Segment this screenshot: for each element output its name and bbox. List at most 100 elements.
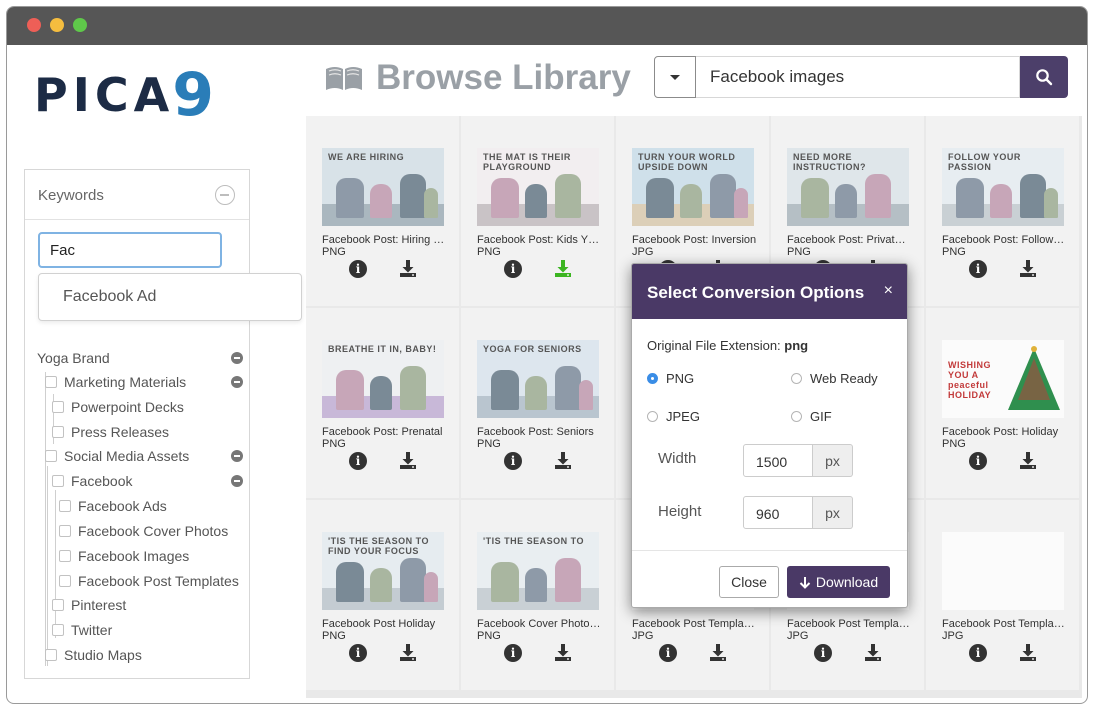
asset-thumbnail[interactable]: THE MAT IS THEIR PLAYGROUND	[477, 148, 599, 226]
asset-title[interactable]: Facebook Post: Prenatal	[322, 426, 450, 438]
asset-thumbnail[interactable]: WISHING YOU A peaceful HOLIDAY	[942, 340, 1064, 418]
minimize-window-button[interactable]	[50, 18, 64, 32]
asset-title[interactable]: Facebook Post Templa…	[787, 618, 915, 630]
checkbox[interactable]	[52, 475, 64, 487]
download-icon[interactable]	[398, 450, 418, 470]
checkbox[interactable]	[59, 525, 71, 537]
checkbox[interactable]	[59, 500, 71, 512]
info-icon[interactable]: i	[504, 452, 522, 470]
asset-title[interactable]: Facebook Cover Photo…	[477, 618, 605, 630]
asset-card[interactable]: YOGA FOR SENIORS Facebook Post: Seniors PN…	[461, 308, 614, 498]
tree-item-studio-maps[interactable]: Studio Maps	[45, 645, 142, 665]
tree-item-facebook-images[interactable]: Facebook Images	[59, 546, 189, 566]
tree-item-pinterest[interactable]: Pinterest	[52, 595, 126, 615]
asset-title[interactable]: Facebook Post Templa…	[632, 618, 760, 630]
asset-title[interactable]: Facebook Post: Privat…	[787, 234, 915, 246]
height-input[interactable]: 960	[743, 496, 813, 529]
download-icon[interactable]	[398, 642, 418, 662]
width-input[interactable]: 1500	[743, 444, 813, 477]
format-option-jpeg[interactable]: JPEG	[647, 409, 700, 424]
asset-title[interactable]: Facebook Post: Kids Y…	[477, 234, 605, 246]
asset-title[interactable]: Facebook Post Holiday	[322, 618, 450, 630]
asset-thumbnail[interactable]: 'TIS THE SEASON TO	[477, 532, 599, 610]
asset-card[interactable]: WE ARE HIRING Facebook Post: Hiring … PNG i	[306, 116, 459, 306]
radio[interactable]	[791, 373, 802, 384]
close-window-button[interactable]	[27, 18, 41, 32]
asset-card[interactable]: FOLLOW YOUR PASSION Facebook Post: Follow…	[926, 116, 1079, 306]
asset-card[interactable]: WISHING YOU A peaceful HOLIDAY Facebook P…	[926, 308, 1079, 498]
checkbox[interactable]	[52, 426, 64, 438]
asset-thumbnail[interactable]: 'TIS THE SEASON TO FIND YOUR FOCUS	[322, 532, 444, 610]
download-icon[interactable]	[708, 642, 728, 662]
search-button[interactable]	[1020, 56, 1068, 98]
asset-card[interactable]: 'TIS THE SEASON TO FIND YOUR FOCUS Facebo…	[306, 500, 459, 690]
tree-item-social-media-assets[interactable]: Social Media Assets	[45, 446, 189, 466]
info-icon[interactable]: i	[969, 260, 987, 278]
keyword-input[interactable]: Fac	[38, 232, 222, 268]
format-option-gif[interactable]: GIF	[791, 409, 832, 424]
asset-title[interactable]: Facebook Post: Seniors	[477, 426, 605, 438]
checkbox[interactable]	[45, 450, 57, 462]
info-icon[interactable]: i	[814, 644, 832, 662]
asset-thumbnail[interactable]: WE ARE HIRING	[322, 148, 444, 226]
format-option-web-ready[interactable]: Web Ready	[791, 371, 878, 386]
collapse-social-media-icon[interactable]	[231, 450, 243, 462]
download-icon[interactable]	[398, 258, 418, 278]
download-icon[interactable]	[553, 642, 573, 662]
download-icon[interactable]	[863, 642, 883, 662]
info-icon[interactable]: i	[349, 452, 367, 470]
tree-item-yoga-brand[interactable]: Yoga Brand	[37, 348, 110, 368]
tree-item-press-releases[interactable]: Press Releases	[52, 422, 169, 442]
asset-card[interactable]: 'TIS THE SEASON TO Facebook Cover Photo… P…	[461, 500, 614, 690]
checkbox[interactable]	[45, 376, 57, 388]
download-icon[interactable]	[1018, 642, 1038, 662]
asset-card[interactable]: BREATHE IT IN, BABY! Facebook Post: Prena…	[306, 308, 459, 498]
tree-item-powerpoint-decks[interactable]: Powerpoint Decks	[52, 397, 184, 417]
download-button[interactable]: Download	[787, 566, 890, 598]
tree-item-facebook[interactable]: Facebook	[52, 471, 132, 491]
asset-thumbnail[interactable]: TURN YOUR WORLD UPSIDE DOWN	[632, 148, 754, 226]
asset-title[interactable]: Facebook Post Templa…	[942, 618, 1070, 630]
download-icon[interactable]	[1018, 450, 1038, 470]
checkbox[interactable]	[59, 550, 71, 562]
keyword-suggestion[interactable]: Facebook Ad	[38, 273, 302, 321]
brand-logo[interactable]: PICA 9	[34, 60, 219, 130]
modal-close-icon[interactable]: ×	[884, 282, 893, 300]
asset-card[interactable]: THE MAT IS THEIR PLAYGROUND Facebook Post…	[461, 116, 614, 306]
tree-item-marketing-materials[interactable]: Marketing Materials	[45, 372, 186, 392]
radio[interactable]	[647, 411, 658, 422]
search-input[interactable]: Facebook images	[696, 56, 1020, 98]
radio-selected[interactable]	[647, 373, 658, 384]
asset-thumbnail[interactable]: BREATHE IT IN, BABY!	[322, 340, 444, 418]
asset-thumbnail[interactable]: FOLLOW YOUR PASSION	[942, 148, 1064, 226]
collapse-marketing-materials-icon[interactable]	[231, 376, 243, 388]
close-button[interactable]: Close	[719, 566, 779, 598]
asset-thumbnail[interactable]	[942, 532, 1064, 610]
asset-title[interactable]: Facebook Post: Follow…	[942, 234, 1070, 246]
asset-title[interactable]: Facebook Post: Hiring …	[322, 234, 450, 246]
maximize-window-button[interactable]	[73, 18, 87, 32]
asset-thumbnail[interactable]: YOGA FOR SENIORS	[477, 340, 599, 418]
asset-title[interactable]: Facebook Post: Holiday	[942, 426, 1070, 438]
checkbox[interactable]	[52, 599, 64, 611]
asset-title[interactable]: Facebook Post: Inversion	[632, 234, 760, 246]
info-icon[interactable]: i	[969, 452, 987, 470]
info-icon[interactable]: i	[349, 260, 367, 278]
asset-thumbnail[interactable]: NEED MORE INSTRUCTION?	[787, 148, 909, 226]
collapse-yoga-brand-icon[interactable]	[231, 352, 243, 364]
info-icon[interactable]: i	[659, 644, 677, 662]
search-scope-dropdown[interactable]	[654, 56, 696, 98]
info-icon[interactable]: i	[504, 260, 522, 278]
checkbox[interactable]	[52, 624, 64, 636]
tree-item-facebook-ads[interactable]: Facebook Ads	[59, 496, 167, 516]
collapse-facebook-icon[interactable]	[231, 475, 243, 487]
info-icon[interactable]: i	[349, 644, 367, 662]
radio[interactable]	[791, 411, 802, 422]
asset-card[interactable]: Facebook Post Templa… JPG i	[926, 500, 1079, 690]
download-icon[interactable]	[553, 450, 573, 470]
checkbox[interactable]	[52, 401, 64, 413]
tree-item-facebook-cover-photos[interactable]: Facebook Cover Photos	[59, 521, 228, 541]
download-icon[interactable]	[1018, 258, 1038, 278]
info-icon[interactable]: i	[504, 644, 522, 662]
tree-item-twitter[interactable]: Twitter	[52, 620, 112, 640]
